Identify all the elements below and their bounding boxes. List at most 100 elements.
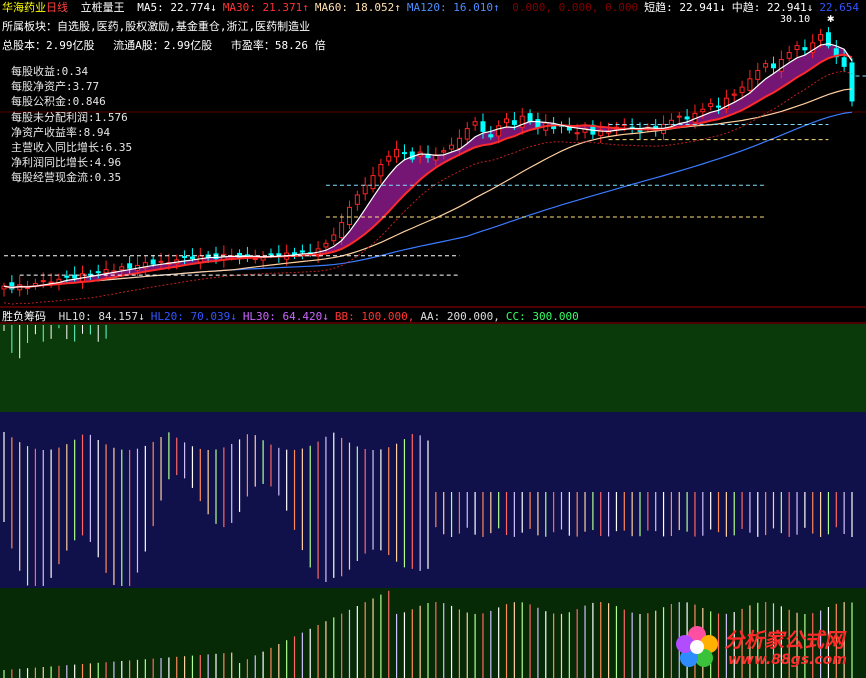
candle-body[interactable]	[394, 148, 400, 158]
max-price-label: 30.10	[780, 14, 811, 25]
candle-body[interactable]	[527, 113, 533, 123]
fundamental-item: 每股公积金:0.846	[11, 95, 106, 109]
candle-body[interactable]	[64, 275, 70, 278]
candle-body[interactable]	[401, 152, 407, 155]
candle-body[interactable]	[378, 164, 384, 177]
float-shares-label: 流通A股：	[113, 39, 164, 52]
stock-name[interactable]: 华海药业	[2, 1, 46, 14]
ma-value-item: 0.000, 0.000, 0.000	[505, 1, 639, 14]
total-shares-label: 总股本：	[2, 39, 46, 52]
fundamental-item: 净利润同比增长:4.96	[11, 156, 122, 170]
candle-body[interactable]	[370, 175, 376, 190]
candle-body[interactable]	[386, 155, 392, 162]
sub-value-item: HL10: 84.157↓	[58, 310, 145, 323]
candle-body[interactable]	[668, 119, 674, 125]
candle-body[interactable]	[449, 144, 455, 150]
candle-body[interactable]	[354, 194, 360, 205]
ma-values: MA5: 22.774↓ MA30: 21.371↑ MA60: 18.052↑ MA…	[131, 1, 866, 14]
candle-body[interactable]	[362, 184, 368, 195]
fundamental-item: 每股净资产:3.77	[11, 80, 100, 94]
candle-body[interactable]	[770, 63, 776, 69]
candle-body[interactable]	[794, 45, 800, 50]
flower-logo-icon	[676, 626, 718, 667]
candle-body[interactable]	[323, 242, 329, 248]
candle-body[interactable]	[786, 52, 792, 59]
candle-body[interactable]	[802, 47, 808, 51]
sub-chart-values: HL10: 84.157↓ HL20: 70.039↓ HL30: 64.420↓ B…	[53, 310, 579, 323]
ma-value-item: MA30: 21.371↑	[222, 1, 309, 14]
candle-body[interactable]	[739, 86, 745, 94]
candle-body[interactable]	[119, 266, 125, 271]
pe-value: 58.26 倍	[274, 39, 326, 52]
sub-chart-name[interactable]: 胜负筹码	[2, 310, 46, 323]
candle-body[interactable]	[700, 108, 706, 113]
candle-body[interactable]	[464, 128, 470, 140]
ma-value-item: 短趋: 22.941↓	[644, 1, 726, 14]
total-shares-value: 2.99亿股	[46, 39, 95, 52]
candle-body[interactable]	[496, 125, 502, 137]
sub-value-item: AA: 200.000,	[420, 310, 500, 323]
sub-value-item: HL20: 70.039↓	[150, 310, 237, 323]
candle-body[interactable]	[456, 137, 462, 149]
capital-info: 总股本：2.99亿股 流通A股：2.99亿股 市盈率：58.26 倍	[2, 39, 326, 53]
candle-body[interactable]	[708, 103, 714, 107]
candle-body[interactable]	[535, 119, 541, 128]
chart-stage: ✱ 华海药业日线 立桩量王 MA5: 22.774↓ MA30: 21.371↑ M…	[0, 0, 866, 678]
watermark-logo: 分析家公式网 www.88gs.com	[668, 618, 864, 676]
candle-body[interactable]	[504, 118, 510, 124]
candle-body[interactable]	[747, 78, 753, 91]
float-shares-value: 2.99亿股	[163, 39, 213, 52]
candle-body[interactable]	[339, 222, 345, 239]
candle-body[interactable]	[755, 70, 761, 80]
period-label[interactable]: 日线	[46, 1, 68, 14]
candle-body[interactable]	[841, 57, 847, 67]
candle-body[interactable]	[480, 121, 486, 132]
candle-body[interactable]	[268, 253, 274, 256]
sub-value-item: BB: 100.000,	[334, 310, 415, 323]
candle-body[interactable]	[488, 134, 494, 138]
fundamentals-list: 每股收益:0.34 每股净资产:3.77 每股公积金:0.846 每股未分配利润…	[11, 64, 132, 186]
candle-body[interactable]	[731, 93, 737, 96]
sub-value-item: HL30: 64.420↓	[242, 310, 329, 323]
candle-body[interactable]	[182, 256, 188, 259]
pe-label: 市盈率：	[230, 39, 275, 52]
candle-body[interactable]	[818, 34, 824, 41]
candle-body[interactable]	[511, 120, 517, 125]
candle-body[interactable]	[716, 105, 722, 108]
watermark-text: 分析家公式网	[724, 628, 844, 652]
ma-value-item: 中趋: 22.941↓	[731, 1, 814, 14]
chart-title-row: 华海药业日线 立桩量王 MA5: 22.774↓ MA30: 21.371↑ MA6…	[2, 1, 866, 15]
candle-body[interactable]	[637, 129, 643, 132]
candle-body[interactable]	[95, 271, 101, 274]
candle-body[interactable]	[40, 280, 46, 283]
ma-value-item: 22.654 ↑	[819, 1, 866, 14]
fundamental-item: 每股经营现金流:0.35	[11, 171, 122, 185]
candle-body[interactable]	[331, 234, 337, 242]
indicator-name[interactable]: 立桩量王	[81, 1, 125, 14]
candle-body[interactable]	[299, 250, 305, 253]
candle-body[interactable]	[676, 115, 682, 118]
fundamental-item: 净资产收益率:8.94	[11, 125, 111, 139]
candle-body[interactable]	[849, 62, 855, 102]
ma-value-item: MA60: 18.052↑	[314, 1, 401, 14]
candle-body[interactable]	[441, 150, 447, 153]
candle-body[interactable]	[763, 63, 769, 68]
candle-body[interactable]	[346, 206, 352, 226]
candle-body[interactable]	[574, 132, 580, 135]
ma-value-item: MA120: 16.010↑	[406, 1, 500, 14]
candle-body[interactable]	[158, 260, 164, 263]
candle-body[interactable]	[150, 259, 156, 265]
ma-value-item: MA5: 22.774↓	[137, 1, 217, 14]
watermark-url: www.88gs.com	[728, 652, 847, 668]
sector-info: 所属板块：自选股,医药,股权激励,基金重仓,浙江,医药制造业	[2, 20, 310, 34]
candle-body[interactable]	[127, 263, 133, 269]
candle-body[interactable]	[252, 258, 258, 261]
candle-body[interactable]	[684, 116, 690, 120]
sub-value-item: CC: 300.000	[505, 310, 579, 323]
fundamental-item: 每股收益:0.34	[11, 65, 89, 78]
candle-body[interactable]	[472, 121, 478, 126]
sub-chart-header: 胜负筹码 HL10: 84.157↓ HL20: 70.039↓ HL30: 64.…	[2, 310, 579, 324]
candle-body[interactable]	[103, 269, 109, 274]
sector-text: 所属板块：自选股,医药,股权激励,基金重仓,浙江,医药制造业	[2, 20, 311, 33]
candle-body[interactable]	[189, 256, 195, 260]
